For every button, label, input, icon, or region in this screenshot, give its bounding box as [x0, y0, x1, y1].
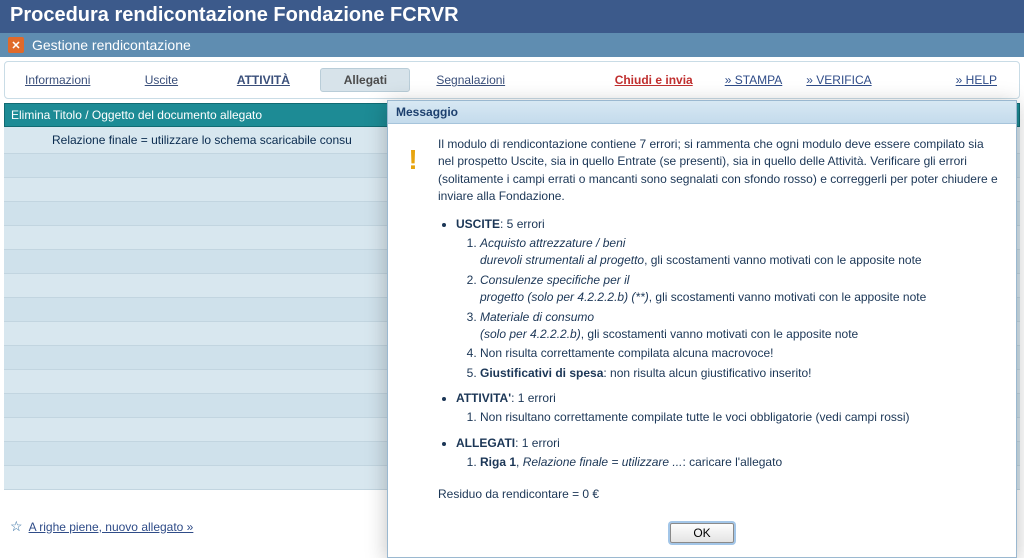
uscite-item: Giustificativi di spesa: non risulta alc… — [480, 365, 1002, 382]
uscite-label: USCITE — [456, 217, 500, 231]
app-title: Procedura rendicontazione Fondazione FCR… — [0, 0, 1024, 33]
uscite-item: Acquisto attrezzature / beni durevoli st… — [480, 235, 1002, 270]
allegati-label: ALLEGATI — [456, 436, 515, 450]
row-title: Relazione finale = utilizzare lo schema … — [52, 133, 352, 147]
tab-attivita[interactable]: ATTIVITÀ — [218, 69, 308, 91]
tab-informazioni[interactable]: Informazioni — [11, 69, 104, 91]
attivita-label: ATTIVITA' — [456, 391, 511, 405]
link-help[interactable]: » HELP — [950, 73, 1003, 87]
allegati-item: Riga 1, Relazione finale = utilizzare ..… — [480, 454, 1002, 471]
tabs-bar: Informazioni Uscite ATTIVITÀ Allegati Se… — [4, 61, 1020, 99]
star-icon: ☆ — [10, 518, 23, 535]
close-icon[interactable]: ✕ — [8, 37, 24, 53]
dialog-intro: Il modulo di rendicontazione contiene 7 … — [438, 136, 1002, 206]
link-stampa[interactable]: » STAMPA — [719, 73, 789, 87]
ok-button[interactable]: OK — [670, 523, 733, 543]
message-dialog: Messaggio ! Il modulo di rendicontazione… — [387, 100, 1017, 558]
tab-uscite[interactable]: Uscite — [116, 69, 206, 91]
attivita-item: Non risultano correttamente compilate tu… — [480, 409, 1002, 426]
tab-segnalazioni[interactable]: Segnalazioni — [422, 69, 519, 91]
col-elimina: Elimina — [11, 108, 53, 122]
tab-allegati[interactable]: Allegati — [320, 68, 410, 92]
allegati-count: : 1 errori — [515, 436, 560, 450]
window-subtitle-bar: ✕ Gestione rendicontazione — [0, 33, 1024, 57]
residuo-text: Residuo da rendicontare = 0 € — [438, 486, 1002, 503]
link-verifica[interactable]: » VERIFICA — [800, 73, 877, 87]
link-chiudi-e-invia[interactable]: Chiudi e invia — [601, 69, 707, 91]
dialog-title: Messaggio — [388, 101, 1016, 124]
footer-new-attachment-label: A righe piene, nuovo allegato » — [29, 520, 194, 534]
window-subtitle: Gestione rendicontazione — [32, 37, 191, 53]
dialog-content: Il modulo di rendicontazione contiene 7 … — [438, 136, 1002, 503]
attivita-count: : 1 errori — [511, 391, 556, 405]
uscite-item: Non risulta correttamente compilata alcu… — [480, 345, 1002, 362]
uscite-item: Materiale di consumo (solo per 4.2.2.2.b… — [480, 309, 1002, 344]
uscite-count: : 5 errori — [500, 217, 545, 231]
footer-new-attachment[interactable]: ☆ A righe piene, nuovo allegato » — [10, 518, 193, 535]
warning-icon: ! — [402, 136, 424, 181]
uscite-item: Consulenze specifiche per il progetto (s… — [480, 272, 1002, 307]
